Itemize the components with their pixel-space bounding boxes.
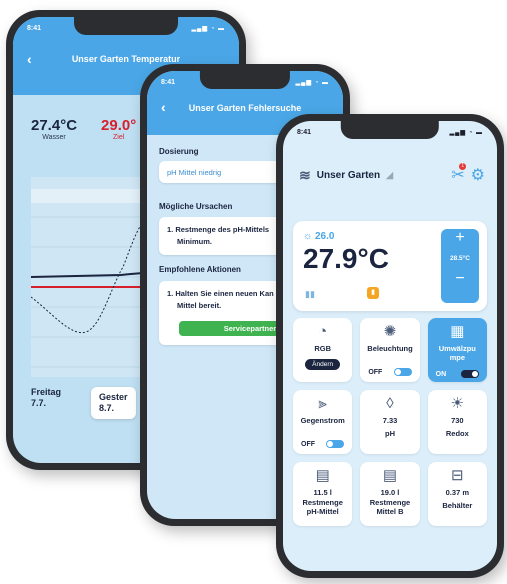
sun-temp: ☼ 26.0 <box>303 231 335 242</box>
tile-label: Beleuchtung <box>367 344 413 353</box>
tile-label: pH <box>384 429 395 438</box>
tile-lighting[interactable]: ✺ Beleuchtung OFF <box>360 318 420 382</box>
status-time: 8:41 <box>297 128 312 136</box>
pump-toggle-row: ON <box>436 370 479 378</box>
status-time: 8:41 <box>27 24 42 32</box>
tile-label-2: mpe <box>449 353 466 362</box>
status-bar: 8:41 ▂▄▆ ◔ ▬ <box>297 125 483 139</box>
jet-icon: ⫸ <box>318 395 327 412</box>
actions-title: Empfohlene Aktionen <box>159 265 241 274</box>
canister-icon: ▤ <box>382 467 398 484</box>
pool-icon: ≋ <box>299 167 311 183</box>
tile-label: RGB <box>314 344 331 353</box>
heater-icon[interactable]: ▮ <box>367 287 379 299</box>
temperature-card: ☼ 26.0 27.9°C ▮▮ ▮ + 28.5°C − <box>293 221 487 311</box>
target-temp-label: Ziel <box>112 134 125 141</box>
setpoint-stepper: + 28.5°C − <box>441 229 479 303</box>
tile-remaining-b[interactable]: ▤ 19.0 l Restmenge Mittel B <box>360 462 420 526</box>
action-line-2: Mittel bereit. <box>177 301 222 310</box>
status-bar: 8:41 ▂▄▆ ◔ ▬ <box>27 21 225 35</box>
top-icons: ✂ 1 ⚙ <box>451 163 485 185</box>
tile-label: Behälter <box>442 501 473 510</box>
palette-icon: ◔ <box>318 323 328 340</box>
status-time: 8:41 <box>161 78 176 86</box>
causes-title: Mögliche Ursachen <box>159 202 233 211</box>
tile-label: Redox <box>445 429 469 438</box>
light-icon: ✺ <box>383 323 397 340</box>
date-selector: Freitag 7.7. Gester 8.7. <box>31 387 136 419</box>
lighting-toggle[interactable] <box>393 368 412 376</box>
system-icons: ▂▄▆ ◔ ▬ <box>191 25 225 32</box>
target-temp-block: 29.0° Ziel <box>101 117 136 141</box>
water-temp-label: Wasser <box>42 134 66 141</box>
water-temp-block: 27.4°C Wasser <box>31 117 77 141</box>
tile-label: Restmenge <box>302 498 343 507</box>
pump-icon: ▦ <box>450 323 465 340</box>
notification-badge: 1 <box>459 163 467 170</box>
counter-current-toggle[interactable] <box>326 440 345 448</box>
tile-pump[interactable]: ▦ Umwälzpu mpe ON <box>427 318 487 382</box>
tile-remaining-ph[interactable]: ▤ 11.5 l Restmenge pH-Mittel <box>293 462 353 526</box>
tile-value: 7.33 <box>382 416 398 425</box>
water-temp: 27.9°C <box>303 243 389 274</box>
target-temp-value: 29.0° <box>101 117 137 134</box>
tile-label: Umwälzpu <box>438 344 476 353</box>
tile-value: 11.5 l <box>313 488 332 497</box>
date-friday[interactable]: Freitag 7.7. <box>31 387 61 419</box>
tile-rgb[interactable]: ◔ RGB Ändern <box>293 318 353 382</box>
tile-value: 0.37 m <box>445 488 469 497</box>
date-yesterday-num: 8.7. <box>99 403 115 413</box>
counter-current-toggle-row: OFF <box>301 440 345 448</box>
tile-value: 19.0 l <box>380 488 400 497</box>
status-bar: 8:41 ▂▄▆ ◔ ▬ <box>161 75 329 89</box>
plus-button[interactable]: + <box>441 229 479 247</box>
toggle-state: OFF <box>368 368 383 376</box>
action-line-1: 1. Halten Sie einen neuen Kan <box>167 289 274 298</box>
date-friday-label: Freitag <box>31 387 62 397</box>
date-yesterday-label: Gester <box>99 392 128 402</box>
toggle-state: OFF <box>301 440 315 448</box>
tile-label-2: pH-Mittel <box>306 507 339 516</box>
minus-button[interactable]: − <box>441 270 479 288</box>
tile-label: Restmenge <box>369 498 411 507</box>
cause-line-2: Minimum. <box>177 237 212 246</box>
water-temp-value: 27.4°C <box>31 117 78 134</box>
dosing-title: Dosierung <box>159 147 199 156</box>
tile-counter-current[interactable]: ⫸ Gegenstrom OFF <box>293 390 353 454</box>
system-icons: ▂▄▆ ◔ ▬ <box>449 129 483 136</box>
page-title: Unser Garten Temperatur <box>71 54 181 64</box>
change-button[interactable]: Ändern <box>305 359 341 370</box>
tile-label: Gegenstrom <box>300 416 345 425</box>
date-yesterday-button[interactable]: Gester 8.7. <box>91 387 136 419</box>
tile-label-2: Mittel B <box>376 507 404 516</box>
main-screen: 8:41 ▂▄▆ ◔ ▬ ≋ Unser Garten ◢ ✂ 1 ⚙ ☼ 26.… <box>283 121 497 571</box>
tile-redox[interactable]: ☀ 730 Redox <box>427 390 487 454</box>
level-icon: ⊟ <box>451 467 464 484</box>
tile-container[interactable]: ⊟ 0.37 m Behälter <box>427 462 487 526</box>
redox-icon: ☀ <box>450 395 465 412</box>
tools-icon[interactable]: ✂ 1 <box>451 163 467 185</box>
pump-toggle[interactable] <box>460 370 479 378</box>
dosing-value: pH Mittel niedrig <box>167 168 222 177</box>
gear-icon[interactable]: ⚙ <box>471 165 485 185</box>
phone-main: 8:41 ▂▄▆ ◔ ▬ ≋ Unser Garten ◢ ✂ 1 ⚙ ☼ 26.… <box>276 114 504 578</box>
page-title: Unser Garten Fehlersuche <box>188 103 302 113</box>
signal-icon: ◢ <box>386 170 394 180</box>
canister-icon: ▤ <box>315 467 330 484</box>
setpoint-value: 28.5°C <box>450 255 470 262</box>
garden-name: Unser Garten <box>316 170 381 181</box>
date-friday-num: 7.7. <box>31 398 47 408</box>
toggle-state: ON <box>435 370 447 378</box>
tile-ph[interactable]: ◊ 7.33 pH <box>360 390 420 454</box>
chart-icon[interactable]: ▮▮ <box>305 289 315 300</box>
sun-temp-value: 26.0 <box>314 231 335 242</box>
control-grid: ◔ RGB Ändern ✺ Beleuchtung OFF ▦ Umwälzp… <box>293 318 487 526</box>
system-icons: ▂▄▆ ◔ ▬ <box>295 79 329 86</box>
garden-selector[interactable]: ≋ Unser Garten ◢ <box>299 167 393 184</box>
lighting-toggle-row: OFF <box>368 368 412 376</box>
tile-value: 730 <box>451 416 464 425</box>
cause-line-1: 1. Restmenge des pH-Mittels <box>167 225 270 234</box>
drop-icon: ◊ <box>386 395 394 412</box>
